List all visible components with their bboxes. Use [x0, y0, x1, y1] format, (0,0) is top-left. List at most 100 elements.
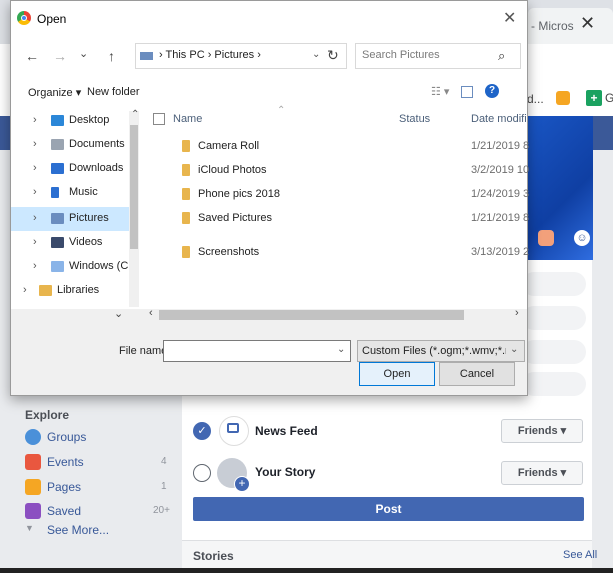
file-date: 1/24/2019 3: [471, 188, 530, 200]
preview-pane-icon[interactable]: [461, 86, 473, 98]
column-header-status[interactable]: Status: [399, 113, 430, 125]
dialog-title-bar[interactable]: [11, 1, 527, 37]
post-button[interactable]: Post: [193, 497, 584, 521]
bookmark-icon[interactable]: [556, 91, 570, 105]
file-name-input[interactable]: [163, 340, 351, 362]
back-arrow-icon[interactable]: ←: [25, 48, 39, 64]
navigation-pane: › Desktop › Documents › Downloads › Musi…: [11, 109, 141, 309]
file-row[interactable]: Saved Pictures 1/21/2019 8: [141, 207, 529, 229]
audience-dropdown[interactable]: Friends ▾: [501, 419, 583, 443]
composer-option-pill[interactable]: [522, 372, 586, 396]
see-all-link[interactable]: See All: [563, 549, 597, 561]
tree-item-label: Documents: [69, 138, 125, 150]
chevron-down-icon[interactable]: ⌄: [312, 49, 320, 60]
expand-chevron-icon[interactable]: ›: [33, 162, 37, 174]
chrome-icon: [17, 11, 31, 25]
search-icon[interactable]: ⌕: [498, 48, 505, 64]
composer-option-pill[interactable]: [522, 340, 586, 364]
file-row[interactable]: iCloud Photos 3/2/2019 10: [141, 159, 530, 181]
organize-button[interactable]: Organize ▾: [28, 86, 81, 99]
select-all-checkbox[interactable]: [153, 113, 165, 125]
taskbar: [0, 568, 613, 573]
file-date: 3/2/2019 10: [471, 164, 530, 176]
drive-icon: [51, 261, 64, 272]
refresh-icon[interactable]: ↻: [327, 47, 339, 64]
checkbox-checked-icon[interactable]: ✓: [193, 422, 211, 440]
file-row[interactable]: Phone pics 2018 1/24/2019 3: [141, 183, 530, 205]
pictures-icon: [51, 213, 64, 224]
change-view-icon[interactable]: ☷ ▾: [431, 85, 449, 98]
browser-tab-title: - Micros: [531, 19, 574, 33]
expand-chevron-icon[interactable]: ›: [33, 236, 37, 248]
add-story-icon[interactable]: +: [234, 476, 250, 492]
file-row[interactable]: Screenshots 3/13/2019 2: [141, 241, 529, 263]
tree-item-documents[interactable]: › Documents: [11, 133, 139, 157]
bookmark-overflow[interactable]: d...: [527, 92, 544, 106]
scroll-right-icon[interactable]: ›: [515, 307, 519, 319]
stories-title: Stories: [193, 549, 234, 563]
scroll-up-icon[interactable]: ⌃: [131, 109, 139, 120]
recent-locations-icon[interactable]: ⌄: [79, 47, 88, 60]
audience-dropdown[interactable]: Friends ▾: [501, 461, 583, 485]
up-arrow-icon[interactable]: ↑: [108, 48, 115, 64]
sidebar-item-saved[interactable]: Saved 20+: [25, 501, 170, 521]
tree-item-videos[interactable]: › Videos: [11, 231, 139, 255]
folder-icon: [182, 140, 190, 152]
file-date: 1/21/2019 8: [471, 140, 530, 152]
chevron-down-icon[interactable]: ⌄: [337, 344, 345, 355]
folder-icon: [182, 164, 190, 176]
open-file-dialog: Open ✕ ← → ⌄ ↑ › This PC › Pictures › ⌄ …: [10, 0, 530, 396]
chevron-down-icon[interactable]: ⌄: [510, 344, 518, 355]
column-header-date[interactable]: Date modifi: [471, 113, 527, 125]
search-input[interactable]: Search Pictures ⌕: [355, 43, 521, 69]
sticker-icon[interactable]: [538, 230, 554, 246]
sidebar-item-pages[interactable]: Pages 1: [25, 477, 167, 497]
folder-icon: [182, 246, 190, 258]
tree-item-windows-c[interactable]: › Windows (C:): [11, 255, 139, 279]
tree-item-label: Downloads: [69, 162, 124, 174]
checkbox-unchecked-icon[interactable]: [193, 464, 211, 482]
tab-close-icon[interactable]: ✕: [580, 13, 595, 34]
expand-chevron-icon[interactable]: ›: [33, 186, 37, 198]
sidebar-item-label: Events: [47, 455, 84, 469]
tree-item-pictures[interactable]: › Pictures: [11, 207, 139, 231]
composer-option-pill[interactable]: [522, 272, 586, 296]
help-icon[interactable]: ?: [485, 84, 499, 98]
cancel-button[interactable]: Cancel: [439, 362, 515, 386]
flag-icon: [25, 479, 41, 495]
scrollbar-thumb[interactable]: [159, 310, 464, 320]
scroll-left-icon[interactable]: ‹: [149, 307, 153, 319]
music-icon: [51, 187, 59, 198]
file-type-value: Custom Files (*.ogm;*.wmv;*.mi: [362, 345, 506, 357]
new-folder-button[interactable]: New folder: [87, 86, 140, 98]
sidebar-item-events[interactable]: Events 4: [25, 452, 167, 472]
breadcrumb[interactable]: › This PC › Pictures ›: [159, 49, 261, 61]
plus-bookmark-icon[interactable]: +: [586, 90, 602, 106]
scroll-down-icon[interactable]: ⌄: [114, 307, 123, 320]
tree-item-downloads[interactable]: › Downloads: [11, 157, 139, 181]
file-name: Screenshots: [198, 246, 260, 258]
open-button[interactable]: Open: [359, 362, 435, 386]
libraries-icon: [39, 285, 52, 296]
tree-item-desktop[interactable]: › Desktop: [11, 109, 139, 133]
chevron-down-icon: ▼: [25, 523, 34, 533]
sidebar-item-label: Pages: [47, 480, 82, 494]
emoji-icon[interactable]: ☺: [574, 230, 590, 246]
bookmark-g-label[interactable]: G: [605, 91, 613, 105]
file-row[interactable]: Camera Roll 1/21/2019 8: [141, 135, 530, 157]
expand-chevron-icon[interactable]: ›: [33, 212, 37, 224]
expand-chevron-icon[interactable]: ›: [33, 260, 37, 272]
tree-item-libraries[interactable]: › Libraries: [11, 279, 139, 303]
close-icon[interactable]: ✕: [503, 8, 516, 28]
column-header-name[interactable]: Name: [173, 113, 202, 125]
composer-option-pill[interactable]: [522, 306, 586, 330]
forward-arrow-icon[interactable]: →: [53, 48, 67, 64]
address-bar[interactable]: › This PC › Pictures › ⌄: [135, 43, 347, 69]
file-type-select[interactable]: Custom Files (*.ogm;*.wmv;*.mi ⌄: [357, 340, 525, 362]
scrollbar-thumb[interactable]: [130, 125, 138, 249]
expand-chevron-icon[interactable]: ›: [33, 114, 37, 126]
tree-item-music[interactable]: › Music: [11, 181, 139, 205]
expand-chevron-icon[interactable]: ›: [23, 284, 27, 296]
tree-item-label: Windows (C:): [69, 260, 136, 272]
expand-chevron-icon[interactable]: ›: [33, 138, 37, 150]
